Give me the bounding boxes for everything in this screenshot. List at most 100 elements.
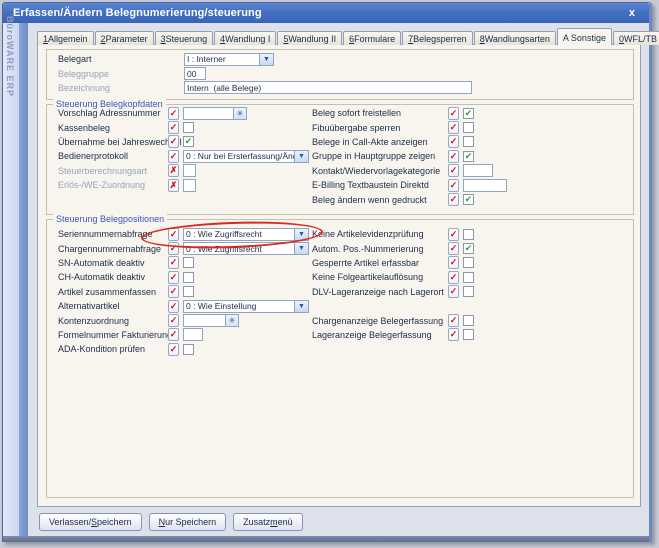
field-label: Bezeichnung (58, 83, 184, 93)
tab-6-formulare[interactable]: 6 Formulare (343, 31, 401, 45)
field-active-check-icon[interactable]: ✓ (168, 242, 179, 255)
field-disabled-x-icon[interactable]: ✗ (168, 164, 179, 177)
checkbox[interactable]: ✔ (463, 151, 474, 162)
dropdown[interactable]: I : Interner▼ (184, 53, 274, 66)
dropdown-value: 0 : Nur bei Ersterfassung/Änderung (184, 151, 294, 162)
dropdown-arrow-icon[interactable]: ▼ (294, 243, 308, 254)
lookup-value (184, 108, 233, 119)
field-active-check-icon[interactable]: ✓ (168, 121, 179, 134)
checkbox[interactable] (463, 286, 474, 297)
dropdown-arrow-icon[interactable]: ▼ (294, 151, 308, 162)
checkbox[interactable] (463, 272, 474, 283)
field-active-check-icon[interactable]: ✓ (448, 256, 459, 269)
checkbox[interactable] (183, 257, 194, 268)
tab-0-wfl-tb[interactable]: 0 WFL/TB (613, 31, 659, 45)
field-active-check-icon[interactable]: ✓ (448, 164, 459, 177)
form-row: Lageranzeige Belegerfassung✓ (312, 328, 474, 342)
form-row: Kontakt/Wiedervorlagekategorie✓ (312, 164, 507, 178)
tab-page-sonstige: BelegartI : Interner▼Beleggruppe00Bezeic… (37, 44, 641, 507)
dropdown[interactable]: 0 : Wie Zugriffsrecht▼ (183, 228, 309, 241)
checkbox[interactable] (183, 286, 194, 297)
field-active-check-icon[interactable]: ✓ (168, 328, 179, 341)
form-row: Fibuübergabe sperren✓ (312, 120, 507, 134)
field-active-check-icon[interactable]: ✓ (448, 135, 459, 148)
field-active-check-icon[interactable]: ✓ (448, 121, 459, 134)
field-active-check-icon[interactable]: ✓ (168, 228, 179, 241)
checkbox[interactable] (183, 272, 194, 283)
tab-5-wandlung-ii[interactable]: 5 Wandlung II (277, 31, 342, 45)
checkbox[interactable]: ✔ (183, 136, 194, 147)
lookup-field[interactable]: ✳ (183, 107, 247, 120)
field-active-check-icon[interactable]: ✓ (168, 150, 179, 163)
text-input[interactable] (183, 328, 203, 341)
text-input[interactable] (463, 164, 493, 177)
checkbox[interactable]: ✔ (463, 108, 474, 119)
lookup-icon[interactable]: ✳ (233, 108, 246, 119)
dropdown[interactable]: 0 : Wie Zugriffsrecht▼ (183, 242, 309, 255)
dropdown-arrow-icon[interactable]: ▼ (294, 229, 308, 240)
checkbox[interactable] (463, 229, 474, 240)
checkbox[interactable]: ✔ (463, 194, 474, 205)
text-input[interactable] (183, 179, 196, 192)
field-active-check-icon[interactable]: ✓ (448, 314, 459, 327)
checkbox[interactable] (463, 315, 474, 326)
field-active-check-icon[interactable]: ✓ (448, 107, 459, 120)
text-input[interactable]: Intern (alle Belege) (184, 81, 472, 94)
form-row: Artikel zusammenfassen✓ (58, 285, 309, 299)
field-active-check-icon[interactable]: ✓ (168, 343, 179, 356)
tab-7-belegsperren[interactable]: 7 Belegsperren (402, 31, 473, 45)
field-active-check-icon[interactable]: ✓ (168, 285, 179, 298)
tab-4-wandlung-i[interactable]: 4 Wandlung I (214, 31, 276, 45)
field-label: Gesperrte Artikel erfassbar (312, 258, 448, 268)
field-label: Fibuübergabe sperren (312, 123, 448, 133)
zusatzmen--button[interactable]: Zusatzmenü (233, 513, 303, 531)
tab-2-parameter[interactable]: 2 Parameter (95, 31, 154, 45)
field-active-check-icon[interactable]: ✓ (168, 256, 179, 269)
field-active-check-icon[interactable]: ✓ (448, 242, 459, 255)
field-active-check-icon[interactable]: ✓ (448, 193, 459, 206)
checkbox[interactable] (183, 344, 194, 355)
field-active-check-icon[interactable]: ✓ (168, 135, 179, 148)
field-active-check-icon[interactable]: ✓ (448, 179, 459, 192)
tab-1-allgemein[interactable]: 1 Allgemein (37, 31, 94, 45)
text-input[interactable] (183, 164, 196, 177)
dropdown[interactable]: 0 : Wie Einstellung▼ (183, 300, 309, 313)
text-input[interactable]: 00 (184, 67, 206, 80)
text-input[interactable] (463, 179, 507, 192)
tab-3-steuerung[interactable]: 3 Steuerung (155, 31, 214, 45)
field-active-check-icon[interactable]: ✓ (168, 314, 179, 327)
dropdown[interactable]: 0 : Nur bei Ersterfassung/Änderung▼ (183, 150, 309, 163)
form-row: BelegartI : Interner▼ (58, 52, 472, 66)
field-active-check-icon[interactable]: ✓ (448, 285, 459, 298)
form-row: Vorschlag Adressnummer✓✳ (58, 106, 309, 120)
form-row: Beleg ändern wenn gedruckt✓✔ (312, 192, 507, 206)
lookup-field[interactable]: ✳ (183, 314, 239, 327)
checkbox[interactable]: ✔ (463, 243, 474, 254)
titlebar: Erfassen/Ändern Belegnumerierung/steueru… (3, 3, 649, 23)
desktop-background: { "window": { "title": "Erfassen/Ändern … (0, 0, 659, 548)
close-icon[interactable]: x (625, 7, 639, 19)
verlassen-speichern-button[interactable]: Verlassen/Speichern (39, 513, 142, 531)
field-active-check-icon[interactable]: ✓ (448, 150, 459, 163)
checkbox[interactable] (183, 122, 194, 133)
checkbox[interactable] (463, 329, 474, 340)
field-active-check-icon[interactable]: ✓ (448, 228, 459, 241)
dropdown-arrow-icon[interactable]: ▼ (259, 54, 273, 65)
field-label: SN-Automatik deaktiv (58, 258, 168, 268)
field-active-check-icon[interactable]: ✓ (168, 300, 179, 313)
dropdown-arrow-icon[interactable]: ▼ (294, 301, 308, 312)
nur-speichern-button[interactable]: Nur Speichern (149, 513, 227, 531)
checkbox[interactable] (463, 122, 474, 133)
field-active-check-icon[interactable]: ✓ (168, 271, 179, 284)
field-active-check-icon[interactable]: ✓ (448, 328, 459, 341)
field-disabled-x-icon[interactable]: ✗ (168, 179, 179, 192)
tab-8-wandlungsarten[interactable]: 8 Wandlungsarten (474, 31, 556, 45)
dropdown-value: 0 : Wie Einstellung (184, 301, 294, 312)
field-active-check-icon[interactable]: ✓ (448, 271, 459, 284)
form-row: Gruppe in Hauptgruppe zeigen✓✔ (312, 149, 507, 163)
checkbox[interactable] (463, 257, 474, 268)
checkbox[interactable] (463, 136, 474, 147)
tab-a-sonstige[interactable]: A Sonstige (557, 28, 612, 45)
lookup-icon[interactable]: ✳ (225, 315, 238, 326)
field-active-check-icon[interactable]: ✓ (168, 107, 179, 120)
